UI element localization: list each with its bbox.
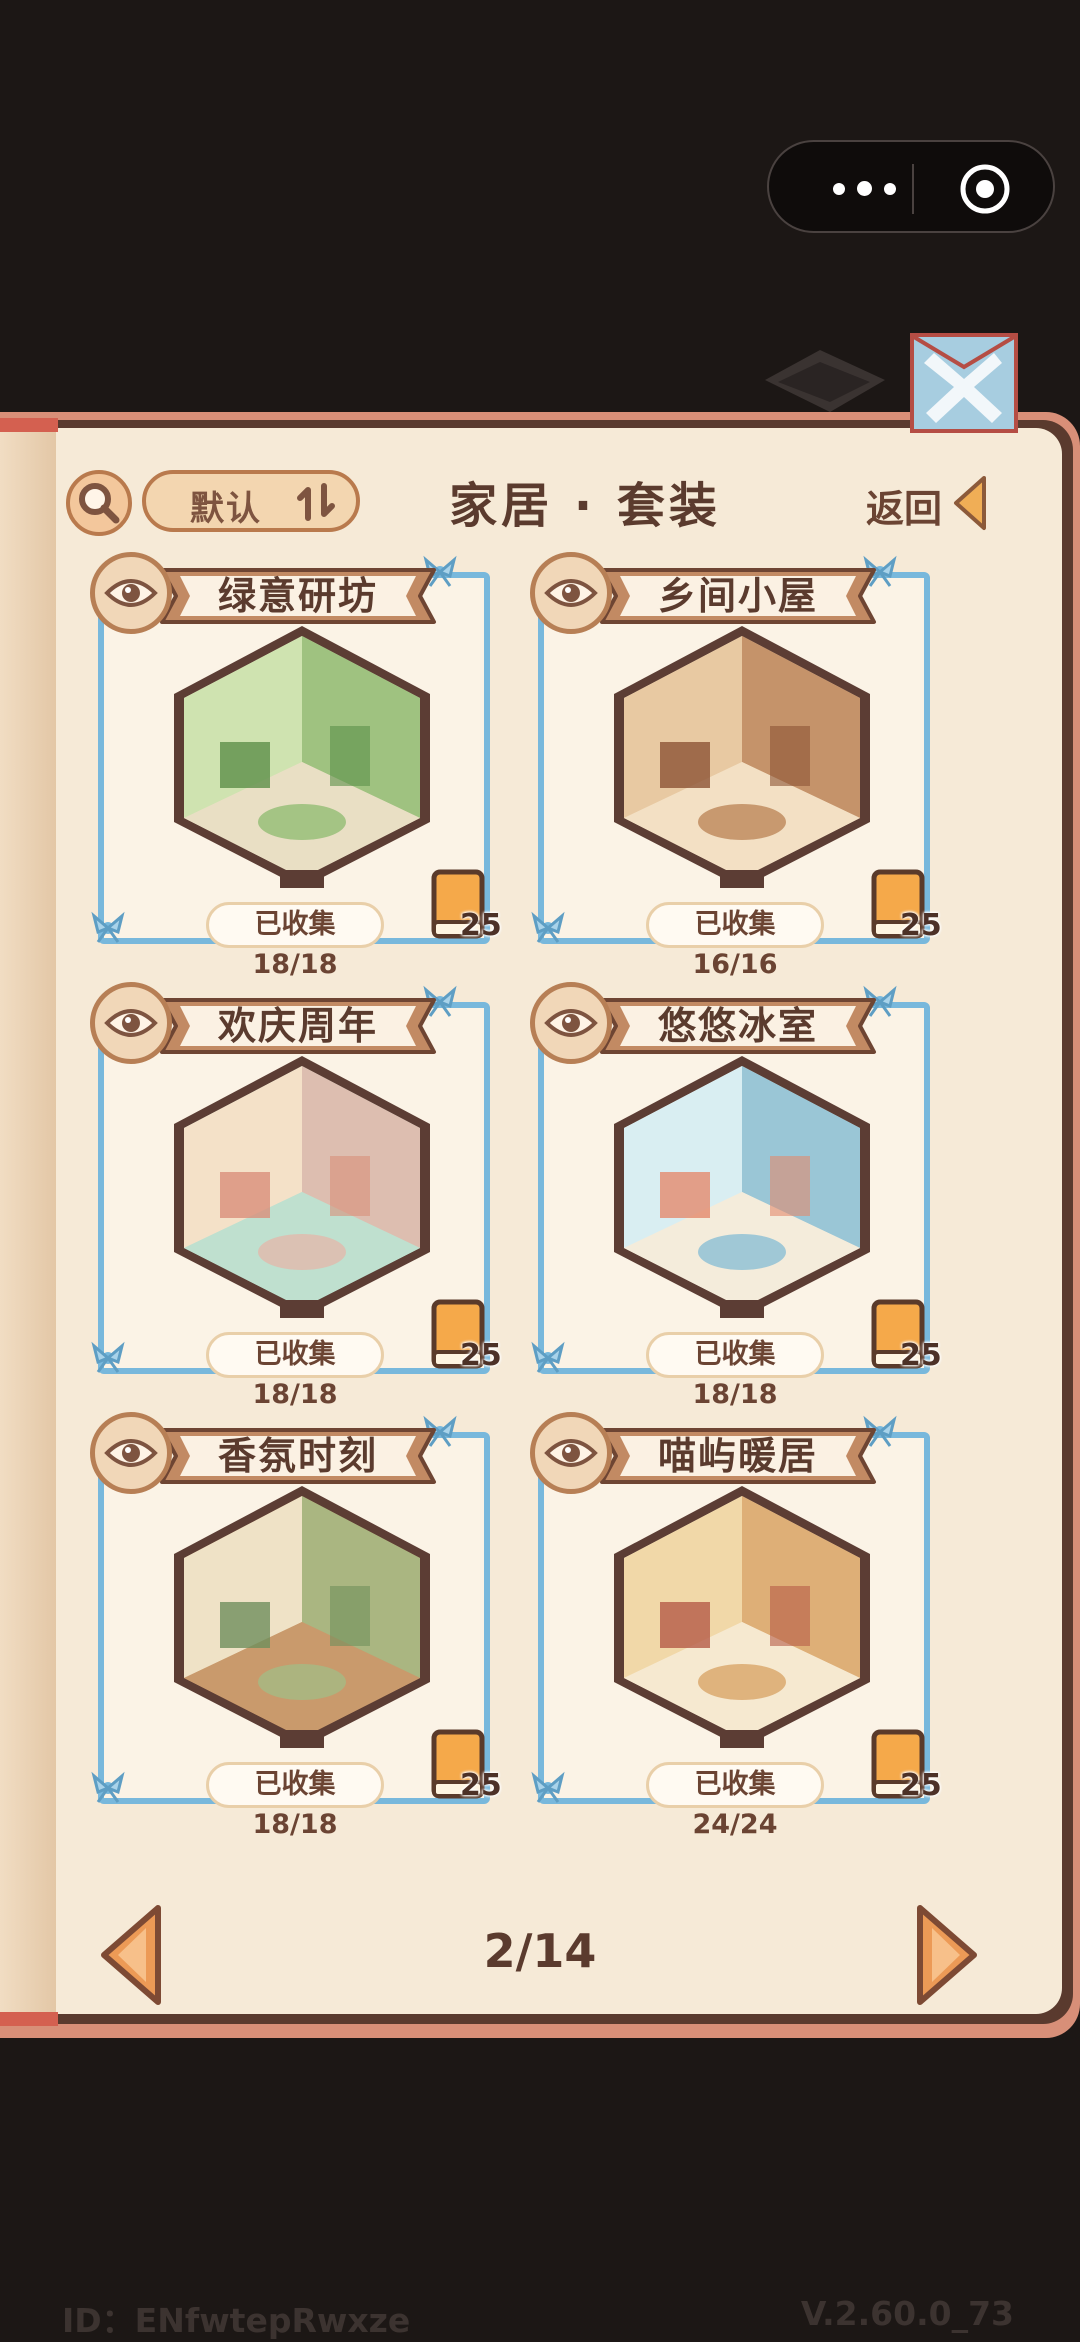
book-ribbon-top	[0, 418, 58, 432]
suite-card[interactable]: 绿意研坊 已收集 18/18 25	[90, 552, 502, 980]
room-preview-image	[174, 1486, 430, 1748]
collection-progress: 已收集 18/18	[206, 1762, 384, 1840]
version-label: V.2.60.0_73	[800, 2294, 1014, 2333]
collection-progress: 已收集 18/18	[206, 1332, 384, 1410]
book-count: 25	[460, 908, 502, 943]
page-indicator: 2/14	[483, 1924, 597, 1978]
book-count: 25	[460, 1768, 502, 1803]
next-page-button[interactable]	[912, 1904, 982, 2006]
room-preview-image	[174, 1056, 430, 1318]
more-menu-button[interactable]	[809, 142, 919, 235]
suite-name: 香氛时刻	[217, 1434, 378, 1478]
search-icon	[79, 483, 120, 524]
eye-icon	[104, 1439, 158, 1467]
suite-name: 乡间小屋	[657, 574, 818, 618]
search-button[interactable]	[66, 470, 132, 536]
suite-card[interactable]: 乡间小屋 已收集 16/16 25	[530, 552, 942, 980]
player-id: ID：ENfwtepRwxze	[62, 2301, 411, 2340]
eye-icon	[544, 579, 598, 607]
bow-icon	[531, 911, 565, 943]
room-preview-image	[614, 1486, 870, 1748]
bow-icon	[531, 1771, 565, 1803]
dot-icon	[856, 181, 872, 196]
close-button[interactable]	[910, 333, 1018, 433]
collection-progress: 已收集 18/18	[646, 1332, 824, 1410]
book-count: 25	[900, 1338, 942, 1373]
suite-card[interactable]: 香氛时刻 已收集 18/18 25	[90, 1412, 502, 1840]
sort-toggle-icon	[297, 483, 335, 521]
collection-progress: 已收集 18/18	[206, 902, 384, 980]
room-preview-image	[614, 626, 870, 888]
eye-icon	[544, 1009, 598, 1037]
prev-page-button[interactable]	[96, 1904, 166, 2006]
bow-icon	[91, 1341, 125, 1373]
page-gutter	[0, 428, 56, 2014]
book-ribbon-bottom	[0, 2012, 58, 2026]
back-button[interactable]: 返回	[866, 470, 996, 536]
sort-label: 默认	[190, 489, 262, 529]
eye-icon	[104, 579, 158, 607]
book-count: 25	[900, 1768, 942, 1803]
suite-card[interactable]: 悠悠冰室 已收集 18/18 25	[530, 982, 942, 1410]
collection-progress: 已收集 16/16	[646, 902, 824, 980]
suite-name: 喵屿暖居	[657, 1434, 818, 1478]
capsule-divider	[912, 164, 914, 214]
close-program-icon[interactable]	[959, 163, 1011, 215]
eye-icon	[104, 1009, 158, 1037]
book-count: 25	[460, 1338, 502, 1373]
back-label: 返回	[866, 487, 943, 531]
book-count: 25	[900, 908, 942, 943]
back-arrow-icon	[954, 476, 986, 530]
suite-name: 欢庆周年	[217, 1004, 378, 1048]
suite-card[interactable]: 喵屿暖居 已收集 24/24 25	[530, 1412, 942, 1840]
suite-name: 悠悠冰室	[657, 1004, 818, 1048]
bow-icon	[91, 911, 125, 943]
bow-icon	[531, 1341, 565, 1373]
bow-icon	[91, 1771, 125, 1803]
mini-program-capsule	[767, 140, 1055, 233]
collection-progress: 已收集 24/24	[646, 1762, 824, 1840]
room-preview-image	[614, 1056, 870, 1318]
suite-name: 绿意研坊	[217, 574, 378, 618]
room-preview-image	[174, 626, 430, 888]
dot-icon	[883, 182, 896, 195]
sort-button[interactable]: 默认	[142, 470, 360, 532]
dot-icon	[832, 182, 845, 195]
eye-icon	[544, 1439, 598, 1467]
suite-card[interactable]: 欢庆周年 已收集 18/18 25	[90, 982, 502, 1410]
page-title: 家居 · 套装	[449, 478, 721, 534]
decor-sticker	[765, 350, 885, 412]
